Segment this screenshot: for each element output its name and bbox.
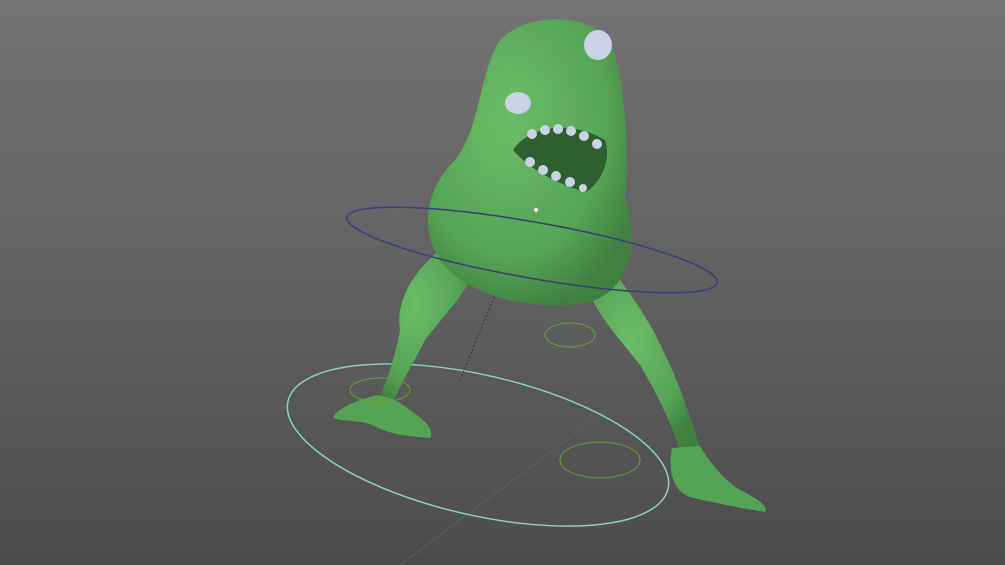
left-eye <box>505 92 531 114</box>
foot-control-right[interactable] <box>544 322 596 348</box>
pivot-point[interactable] <box>534 208 538 212</box>
ground-grid-line <box>399 399 621 565</box>
left-foot <box>333 395 432 438</box>
right-leg <box>585 280 700 450</box>
3d-viewport[interactable] <box>0 0 1005 565</box>
scene <box>286 19 766 565</box>
foot-control-front[interactable] <box>559 441 641 479</box>
knee-pole-line <box>459 294 496 381</box>
right-eye <box>584 30 612 60</box>
right-foot <box>670 446 766 512</box>
